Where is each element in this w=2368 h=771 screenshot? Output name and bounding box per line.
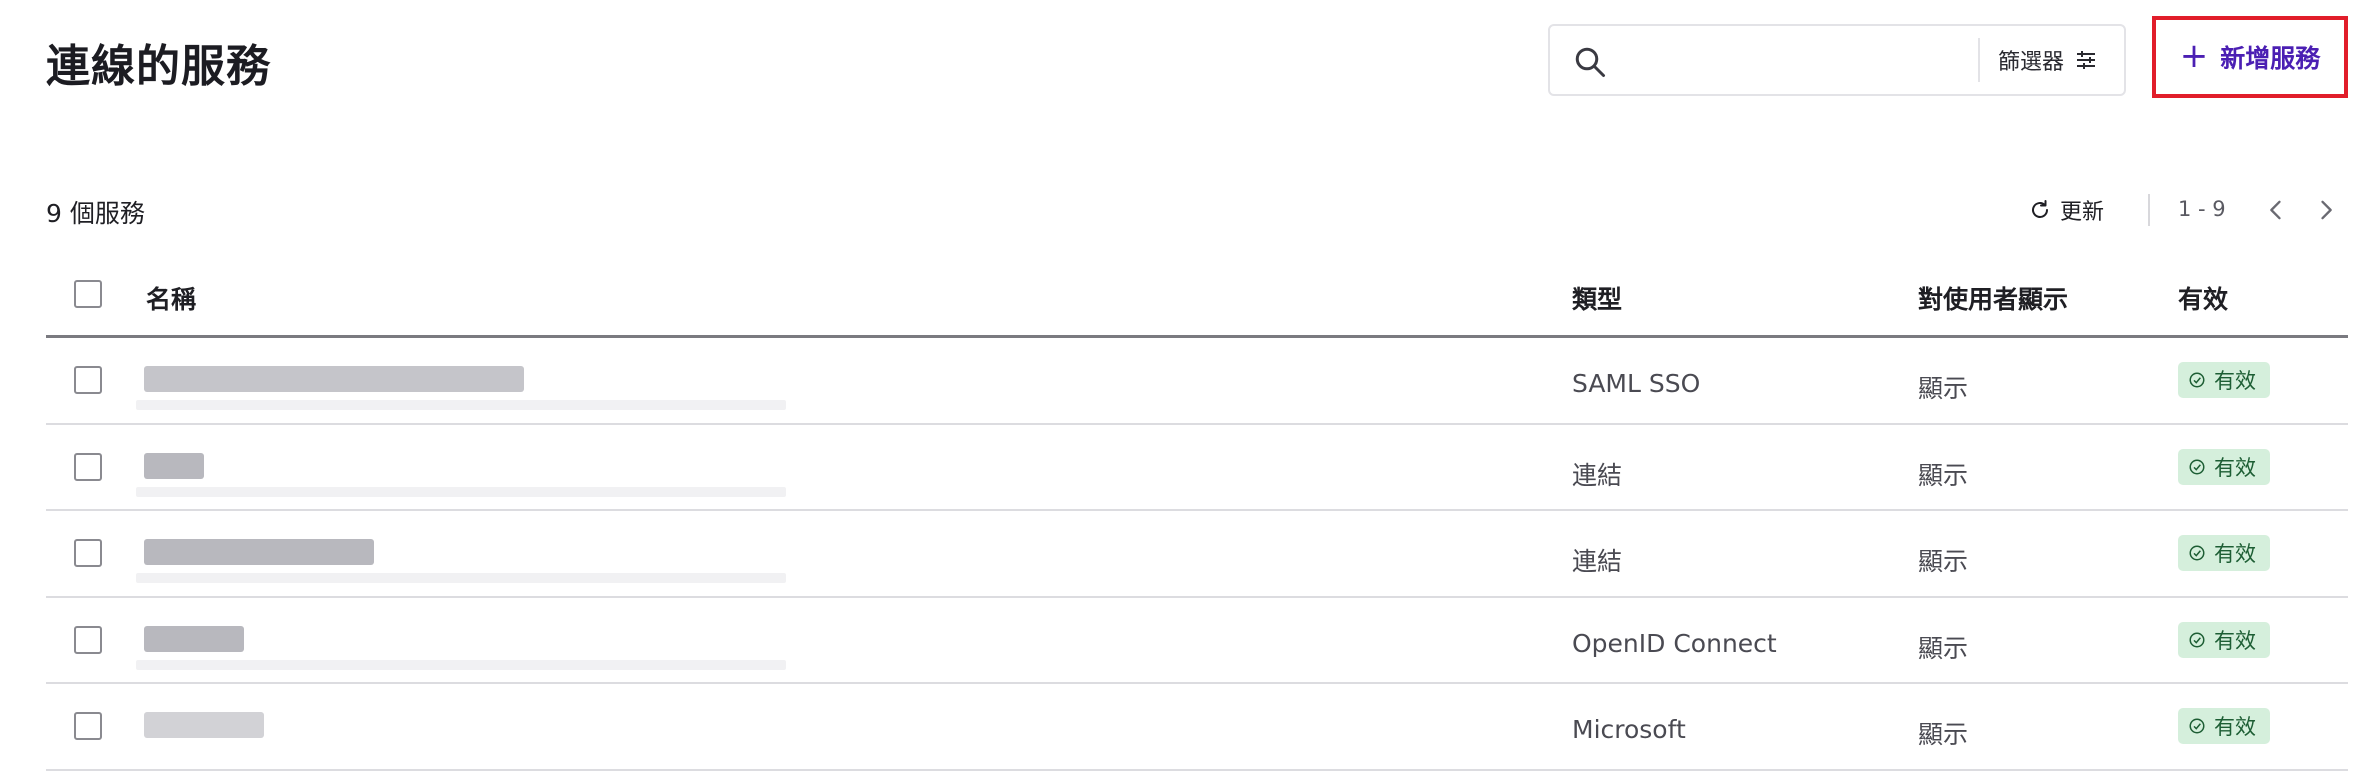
check-circle-icon: [2189, 459, 2205, 474]
status-badge: 有效: [2178, 448, 2270, 485]
service-type: 連結: [1572, 460, 1623, 490]
service-type: OpenID Connect: [1572, 628, 1777, 658]
search-icon: [1575, 47, 1605, 77]
filter-sliders-icon: [2077, 51, 2096, 69]
service-name-redacted[interactable]: [136, 356, 786, 412]
table-row[interactable]: SAML SSO 顯示 有效: [46, 338, 2348, 425]
table-header: 名稱 類型 對使用者顯示 有效: [46, 254, 2348, 338]
pager-divider: [2148, 194, 2150, 226]
row-checkbox[interactable]: [74, 712, 102, 740]
table-row[interactable]: 連結 顯示 有效: [46, 511, 2348, 598]
plus-icon: +: [2179, 35, 2209, 76]
service-count: 9 個服務: [46, 199, 145, 228]
column-header-name[interactable]: 名稱: [146, 280, 196, 316]
column-header-visible[interactable]: 對使用者顯示: [1918, 280, 2068, 316]
check-circle-icon: [2189, 372, 2205, 388]
service-type: Microsoft: [1572, 715, 1686, 744]
add-service-label: 新增服務: [2220, 44, 2321, 73]
visible-to-users: 顯示: [1918, 633, 1969, 663]
page-title: 連線的服務: [46, 41, 271, 92]
check-circle-icon: [2189, 718, 2205, 734]
status-badge: 有效: [2178, 362, 2270, 398]
status-label: 有效: [2214, 542, 2256, 566]
service-type: SAML SSO: [1572, 369, 1701, 398]
visible-to-users: 顯示: [1918, 374, 1969, 403]
table-row[interactable]: 連結 顯示 有效: [46, 425, 2348, 511]
search-divider: [1978, 38, 1980, 82]
service-name-redacted[interactable]: [136, 616, 786, 672]
row-checkbox[interactable]: [74, 539, 102, 567]
select-all-checkbox[interactable]: [74, 280, 102, 308]
search-box[interactable]: 篩選器: [1548, 24, 2126, 96]
page-range: 1 - 9: [2178, 197, 2226, 221]
status-badge: 有效: [2178, 535, 2270, 571]
refresh-icon: [2032, 200, 2048, 218]
services-table: 名稱 類型 對使用者顯示 有效 SAML SSO 顯示 有效 連結 顯示 有效 …: [46, 254, 2348, 771]
search-input[interactable]: [1628, 36, 2028, 84]
row-checkbox[interactable]: [74, 366, 102, 394]
filter-label: 篩選器: [1998, 50, 2065, 75]
service-type: 連結: [1572, 547, 1623, 576]
visible-to-users: 顯示: [1918, 720, 1969, 749]
column-header-active[interactable]: 有效: [2178, 280, 2228, 316]
status-label: 有效: [2214, 369, 2256, 393]
service-name-redacted[interactable]: [136, 443, 786, 499]
table-row[interactable]: OpenID Connect 顯示 有效: [46, 598, 2348, 684]
table-row[interactable]: Microsoft 顯示 有效: [46, 684, 2348, 771]
status-label: 有效: [2214, 455, 2256, 480]
filter-button[interactable]: 篩選器: [1998, 36, 2098, 84]
column-header-type[interactable]: 類型: [1572, 280, 1622, 316]
status-label: 有效: [2214, 628, 2256, 653]
service-name-redacted[interactable]: [136, 529, 786, 585]
visible-to-users: 顯示: [1918, 547, 1969, 576]
service-name-redacted[interactable]: [136, 702, 786, 758]
visible-to-users: 顯示: [1918, 460, 1969, 490]
status-label: 有效: [2214, 715, 2256, 739]
check-circle-icon: [2189, 632, 2205, 647]
refresh-label: 更新: [2060, 200, 2105, 225]
refresh-button[interactable]: 更新: [2028, 192, 2104, 228]
add-service-button[interactable]: + 新增服務: [2152, 16, 2348, 98]
row-checkbox[interactable]: [74, 452, 102, 481]
check-circle-icon: [2189, 545, 2205, 561]
row-checkbox[interactable]: [74, 625, 102, 654]
chevron-right-icon[interactable]: [2312, 196, 2340, 224]
status-badge: 有效: [2178, 621, 2270, 658]
chevron-left-icon[interactable]: [2262, 196, 2290, 224]
status-badge: 有效: [2178, 708, 2270, 744]
